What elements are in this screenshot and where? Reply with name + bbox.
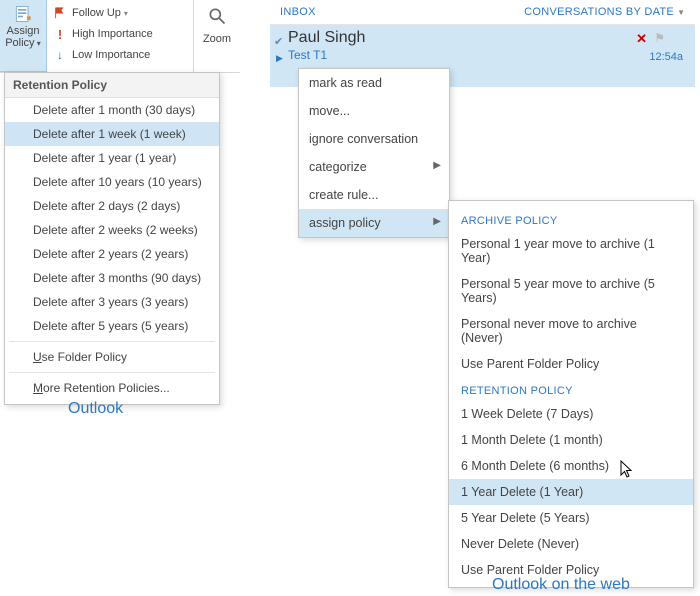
retention-item[interactable]: Delete after 1 month (30 days)	[5, 98, 219, 122]
context-menu-item[interactable]: categorize▶	[299, 153, 449, 181]
assign-policy-icon	[13, 4, 33, 24]
owa-caption: Outlook on the web	[492, 576, 630, 594]
inbox-label[interactable]: INBOX	[280, 6, 316, 18]
context-menu-item[interactable]: create rule...	[299, 181, 449, 209]
retention-policy-item[interactable]: 1 Week Delete (7 Days)	[449, 401, 693, 427]
low-importance-icon: ↓	[53, 48, 67, 62]
submenu-arrow-icon: ▶	[433, 216, 441, 227]
zoom-button[interactable]: Zoom	[194, 0, 240, 72]
archive-policy-item[interactable]: Personal never move to archive (Never)	[449, 311, 693, 351]
context-menu: mark as readmove...ignore conversationca…	[298, 68, 450, 238]
assign-policy-submenu: ARCHIVE POLICY Personal 1 year move to a…	[448, 200, 694, 588]
more-retention-policies-item[interactable]: More Retention Policies...	[5, 376, 219, 400]
sort-button[interactable]: CONVERSATIONS BY DATE▼	[524, 6, 685, 18]
menu-separator	[9, 372, 215, 373]
use-folder-policy-item[interactable]: Use Folder Policy	[5, 345, 219, 369]
archive-policy-item[interactable]: Use Parent Folder Policy	[449, 351, 693, 377]
high-importance-button[interactable]: ! High Importance	[53, 25, 187, 43]
retention-item[interactable]: Delete after 1 week (1 week)	[5, 122, 219, 146]
retention-policy-item[interactable]: 6 Month Delete (6 months)	[449, 453, 693, 479]
check-icon: ✔	[274, 35, 283, 48]
follow-up-button[interactable]: Follow Up ▾	[53, 4, 187, 22]
archive-policy-item[interactable]: Personal 1 year move to archive (1 Year)	[449, 231, 693, 271]
retention-policy-header: RETENTION POLICY	[449, 377, 693, 401]
chevron-down-icon: ▾	[124, 9, 128, 18]
ribbon: Assign Policy ▾ Follow Up ▾ ! High Impor…	[0, 0, 240, 73]
retention-item[interactable]: Delete after 10 years (10 years)	[5, 170, 219, 194]
high-importance-icon: !	[53, 27, 67, 41]
low-importance-button[interactable]: ↓ Low Importance	[53, 46, 187, 64]
assign-policy-label-2: Policy	[5, 37, 34, 49]
retention-item[interactable]: Delete after 2 days (2 days)	[5, 194, 219, 218]
outlook-panel: Assign Policy ▾ Follow Up ▾ ! High Impor…	[0, 0, 240, 73]
submenu-arrow-icon: ▶	[433, 160, 441, 171]
message-subject: Test T1	[288, 48, 685, 62]
menu-separator	[9, 341, 215, 342]
retention-item[interactable]: Delete after 1 year (1 year)	[5, 146, 219, 170]
delete-icon[interactable]: ✕	[636, 31, 647, 47]
retention-item[interactable]: Delete after 2 weeks (2 weeks)	[5, 218, 219, 242]
retention-item[interactable]: Delete after 2 years (2 years)	[5, 242, 219, 266]
context-menu-item[interactable]: ignore conversation	[299, 125, 449, 153]
flag-icon	[53, 6, 67, 20]
message-time: 12:54a	[649, 51, 683, 63]
assign-policy-label-1: Assign	[6, 25, 39, 37]
retention-policy-header: Retention Policy	[5, 73, 219, 98]
chevron-down-icon: ▼	[677, 8, 685, 17]
assign-policy-button[interactable]: Assign Policy ▾	[0, 0, 47, 72]
retention-policy-menu: Retention Policy Delete after 1 month (3…	[4, 72, 220, 405]
zoom-icon	[207, 6, 227, 26]
chevron-down-icon: ▾	[35, 39, 41, 48]
context-menu-item[interactable]: move...	[299, 97, 449, 125]
retention-policy-item[interactable]: Never Delete (Never)	[449, 531, 693, 557]
retention-policy-item[interactable]: 1 Year Delete (1 Year)	[449, 479, 693, 505]
retention-item[interactable]: Delete after 3 months (90 days)	[5, 266, 219, 290]
retention-item[interactable]: Delete after 5 years (5 years)	[5, 314, 219, 338]
expand-icon[interactable]: ▶	[276, 53, 283, 64]
ribbon-mid-group: Follow Up ▾ ! High Importance ↓ Low Impo…	[47, 0, 194, 72]
archive-policy-item[interactable]: Personal 5 year move to archive (5 Years…	[449, 271, 693, 311]
retention-policy-item[interactable]: 5 Year Delete (5 Years)	[449, 505, 693, 531]
context-menu-item[interactable]: assign policy▶	[299, 209, 449, 237]
message-from: Paul Singh	[288, 29, 685, 47]
context-menu-item[interactable]: mark as read	[299, 69, 449, 97]
message-list-header: INBOX CONVERSATIONS BY DATE▼	[270, 0, 695, 25]
outlook-caption: Outlook	[68, 400, 123, 418]
retention-item[interactable]: Delete after 3 years (3 years)	[5, 290, 219, 314]
flag-icon[interactable]: ⚑	[654, 31, 665, 45]
retention-policy-item[interactable]: 1 Month Delete (1 month)	[449, 427, 693, 453]
archive-policy-header: ARCHIVE POLICY	[449, 207, 693, 231]
